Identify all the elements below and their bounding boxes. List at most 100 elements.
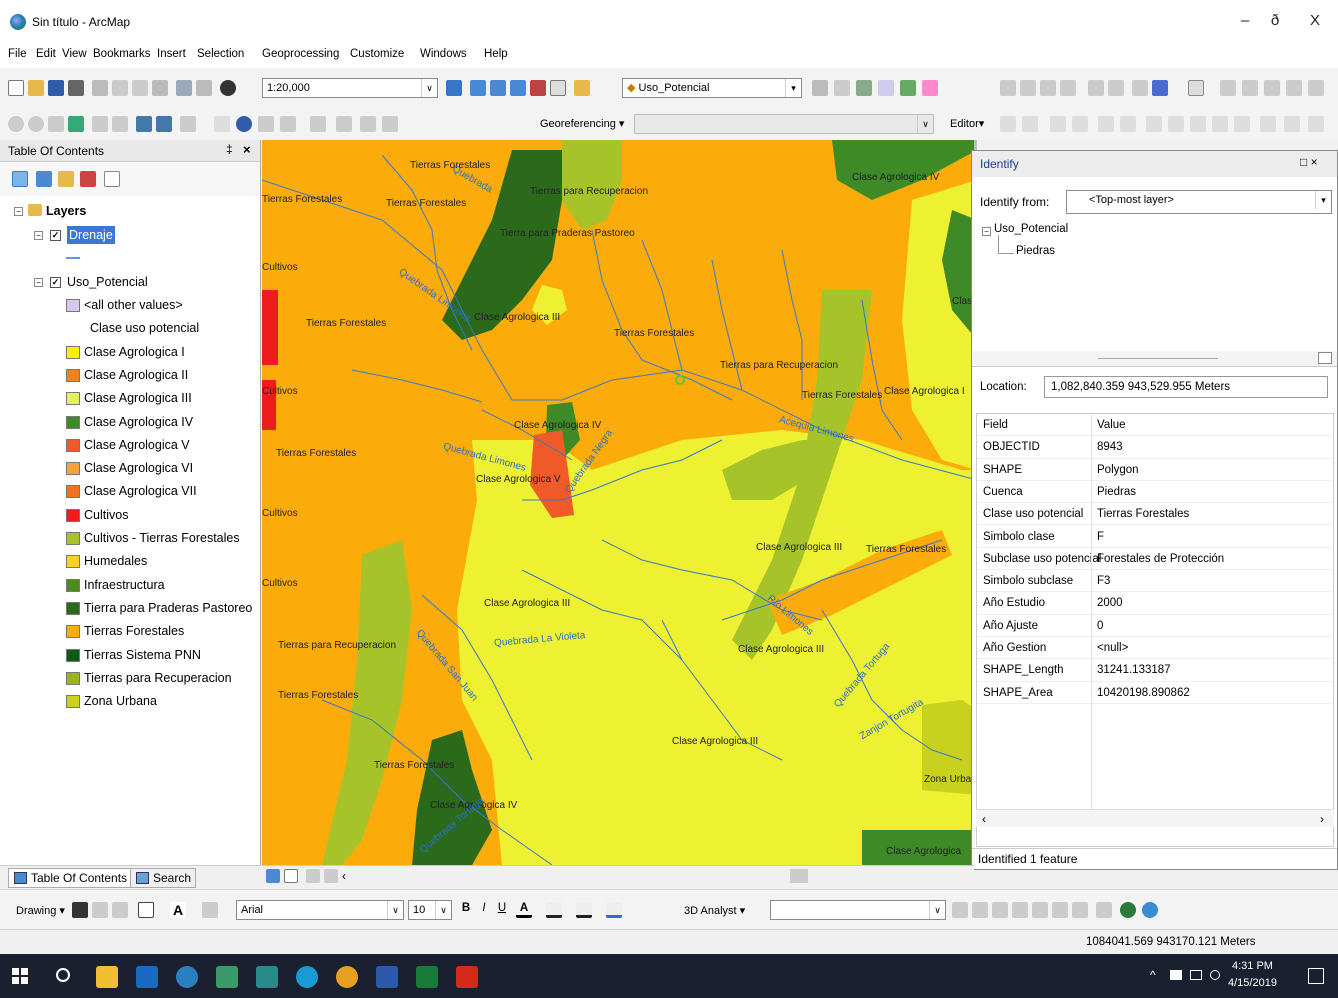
legend-swatch[interactable] [66, 532, 80, 545]
italic-icon[interactable]: I [476, 902, 492, 918]
taskbar-clock[interactable]: 4:31 PM 4/15/2019 [1228, 958, 1277, 992]
redo-icon[interactable] [196, 80, 212, 96]
legend-item[interactable]: Tierras Sistema PNN [84, 645, 201, 665]
catalog-icon[interactable] [490, 80, 506, 96]
result-layer[interactable]: Uso_Potencial [994, 223, 1068, 235]
attribute-row[interactable]: SHAPE_Length 31241.133187 [977, 659, 1333, 682]
menu-help[interactable]: Help [484, 48, 508, 60]
legend-item[interactable]: Zona Urbana [84, 691, 157, 711]
fixed-zoom-in-icon[interactable] [92, 116, 108, 132]
tool-j-icon[interactable] [1220, 80, 1236, 96]
map-view[interactable]: Tierras Forestales Tierras Forestales Ti… [262, 140, 977, 865]
editor-menu[interactable]: Editor▾ [950, 117, 984, 130]
find-icon[interactable] [258, 116, 274, 132]
copy-icon[interactable] [112, 80, 128, 96]
menu-bookmarks[interactable]: Bookmarks [93, 48, 151, 60]
forward-icon[interactable] [156, 116, 172, 132]
tray-chevron-icon[interactable]: ^ [1150, 968, 1156, 982]
3d-tool-e-icon[interactable] [1032, 902, 1048, 918]
legend-item[interactable]: Clase Agrologica IV [84, 412, 193, 432]
select-elements-icon[interactable] [214, 116, 230, 132]
georeferencing-menu[interactable]: Georeferencing ▾ [540, 117, 624, 130]
list-by-visibility-icon[interactable] [58, 171, 74, 187]
fill-color-icon[interactable] [546, 902, 562, 918]
back-icon[interactable] [136, 116, 152, 132]
delete-icon[interactable] [152, 80, 168, 96]
attribute-row[interactable]: Año Gestion <null> [977, 637, 1333, 660]
windows-start-icon[interactable] [12, 968, 28, 984]
html-popup-icon[interactable] [336, 116, 352, 132]
3d-analyst-menu[interactable]: 3D Analyst ▾ [684, 904, 745, 917]
legend-swatch[interactable] [66, 462, 80, 476]
trace-icon[interactable] [1098, 116, 1114, 132]
menu-windows[interactable]: Windows [420, 48, 467, 60]
tab-search[interactable]: Search [130, 868, 197, 888]
tool-a-icon[interactable] [1000, 80, 1016, 96]
attribute-row[interactable]: Año Estudio 2000 [977, 592, 1333, 615]
reshape-icon[interactable] [1168, 116, 1184, 132]
attribute-row[interactable]: SHAPE_Area 10420198.890862 [977, 682, 1333, 704]
3d-tool-d-icon[interactable] [1012, 902, 1028, 918]
uso-potencial-visibility-checkbox[interactable]: ✓ [50, 277, 61, 288]
tab-table-of-contents[interactable]: Table Of Contents [8, 868, 133, 888]
notifications-icon[interactable] [1308, 968, 1324, 984]
full-extent-icon[interactable] [68, 116, 84, 132]
layer-drenaje[interactable]: Drenaje [67, 226, 115, 244]
arcscene-taskbar-icon[interactable] [256, 966, 278, 988]
attribute-row[interactable]: Subclase uso potencial Forestales de Prot… [977, 548, 1333, 571]
rotate-element-icon[interactable] [92, 902, 108, 918]
legend-swatch[interactable] [66, 625, 80, 639]
sketch-properties-icon[interactable] [1284, 116, 1300, 132]
arcmap-taskbar-icon[interactable] [176, 966, 198, 988]
straight-segment-icon[interactable] [1050, 116, 1066, 132]
tool-f-icon[interactable] [1108, 80, 1124, 96]
split-icon[interactable] [1212, 116, 1228, 132]
menu-view[interactable]: View [62, 48, 87, 60]
rectangle-icon[interactable] [138, 902, 154, 918]
legend-item[interactable]: Clase Agrologica III [84, 388, 192, 408]
arccatalog-icon[interactable] [216, 966, 238, 988]
new-document-icon[interactable] [8, 80, 24, 96]
add-data-icon[interactable] [220, 80, 236, 96]
attribute-row[interactable]: Simbolo clase F [977, 526, 1333, 548]
legend-item[interactable]: Tierras Forestales [84, 621, 184, 641]
legend-swatch[interactable] [66, 555, 80, 569]
result-feature[interactable]: Piedras [1016, 245, 1055, 257]
minimize-button[interactable]: – [1230, 10, 1260, 32]
tool-c-icon[interactable] [1040, 80, 1056, 96]
identify-icon[interactable] [236, 116, 252, 132]
layer-combobox[interactable]: ◆ Uso_Potencial ▾ [622, 78, 802, 98]
pause-drawing-icon[interactable] [324, 869, 338, 883]
table-icon[interactable] [470, 80, 486, 96]
legend-item[interactable]: Tierra para Praderas Pastoreo [84, 598, 252, 618]
select-elements-arrow-icon[interactable] [72, 902, 88, 918]
transparency-icon[interactable] [878, 80, 894, 96]
legend-item[interactable]: Cultivos - Tierras Forestales [84, 528, 240, 548]
legend-swatch[interactable] [66, 601, 80, 615]
legend-swatch[interactable] [66, 648, 80, 662]
file-explorer-icon[interactable] [96, 966, 118, 988]
legend-item[interactable]: Cultivos [84, 505, 128, 525]
layers-group[interactable]: Layers [46, 201, 86, 221]
legend-swatch[interactable] [66, 392, 80, 406]
line-color-icon[interactable] [576, 902, 592, 918]
excel-icon[interactable] [416, 966, 438, 988]
tool-m-icon[interactable] [1286, 80, 1302, 96]
editor-toolbar-icon[interactable] [446, 80, 462, 96]
marker-color-icon[interactable] [606, 902, 622, 918]
menu-insert[interactable]: Insert [157, 48, 186, 60]
rotate-icon[interactable] [1234, 116, 1250, 132]
time-slider-icon[interactable] [360, 116, 376, 132]
identify-window-controls[interactable]: □ × [1300, 155, 1318, 169]
attribute-row[interactable]: SHAPE Polygon [977, 459, 1333, 481]
font-name-combobox[interactable]: Arial ∨ [236, 900, 404, 920]
legend-swatch[interactable] [66, 368, 80, 382]
print-icon[interactable] [68, 80, 84, 96]
toc-close-button[interactable]: × [243, 142, 251, 157]
modelbuilder-icon[interactable] [574, 80, 590, 96]
horizontal-scrollbar[interactable]: ‹ › [976, 809, 1334, 827]
edit-annotation-icon[interactable] [1022, 116, 1038, 132]
arcscene-icon[interactable] [1120, 902, 1136, 918]
scroll-left-arrow-icon[interactable]: ‹ [342, 869, 346, 883]
legend-item[interactable]: Tierras para Recuperacion [84, 668, 232, 688]
